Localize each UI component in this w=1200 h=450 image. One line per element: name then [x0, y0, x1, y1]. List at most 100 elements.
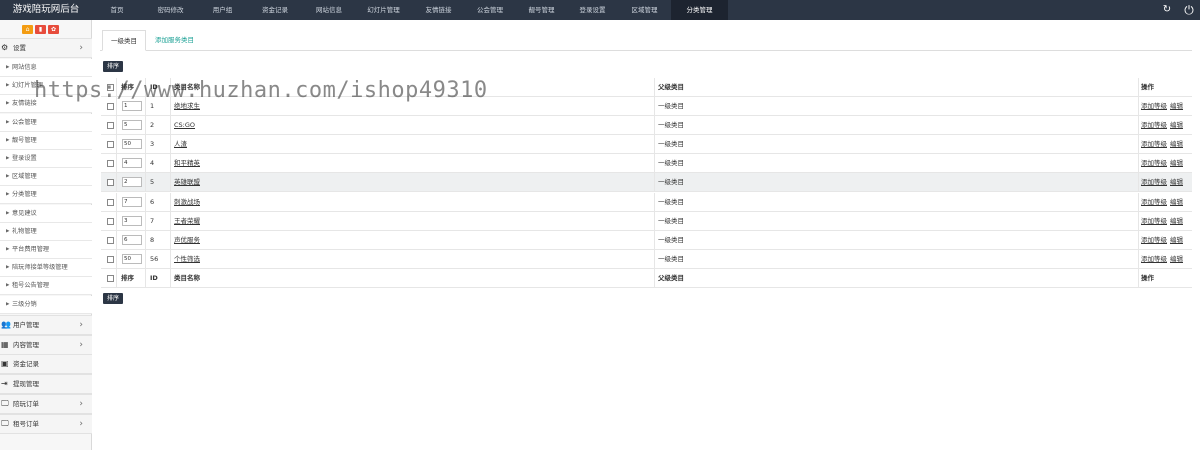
sidebar-item[interactable]: ▶ 意见建议	[0, 204, 92, 223]
refresh-icon[interactable]: ↻	[1160, 0, 1174, 20]
chevron-right-icon: ›	[79, 418, 83, 429]
tab-add-service-category[interactable]: 添加服务类目	[155, 30, 194, 51]
sort-order-input[interactable]: 50	[122, 139, 142, 150]
row-checkbox[interactable]	[107, 122, 114, 130]
sort-order-input[interactable]: 1	[122, 101, 142, 111]
row-checkbox[interactable]	[107, 103, 114, 110]
edit-link[interactable]: 编辑	[1170, 193, 1183, 212]
topnav-item[interactable]: 友情链接	[413, 0, 464, 20]
sidebar-item[interactable]: ▶ 三级分销	[0, 295, 92, 314]
column-divider	[116, 173, 117, 193]
sidebar-item[interactable]: ▶ 租号公告管理	[0, 277, 92, 296]
topnav-item[interactable]: 资金记录	[246, 0, 304, 20]
sort-button-bottom[interactable]: 排序	[103, 293, 123, 304]
column-divider	[145, 97, 146, 116]
exit-icon[interactable]: ⏻	[1180, 0, 1198, 20]
sort-button-top[interactable]: 排序	[103, 61, 123, 72]
sidebar-section[interactable]: ▣ 资金记录	[0, 354, 92, 375]
add-level-link[interactable]: 添加等级	[1141, 97, 1167, 116]
category-name-link[interactable]: 个性筛选	[174, 250, 200, 269]
category-name-link[interactable]: 王者荣耀	[174, 212, 200, 231]
sidebar-section[interactable]: 🖵 陪玩订单 ›	[0, 393, 92, 414]
category-name-link[interactable]: 刺激战场	[174, 193, 200, 212]
sort-order-input[interactable]: 4	[122, 158, 142, 169]
sidebar-item-label: 登录设置	[12, 155, 37, 162]
topnav-item[interactable]: 靓号管理	[516, 0, 567, 20]
add-level-link[interactable]: 添加等级	[1141, 250, 1167, 269]
column-divider	[116, 116, 117, 136]
add-level-link[interactable]: 添加等级	[1141, 231, 1167, 250]
sort-order-input[interactable]: 6	[122, 234, 142, 245]
sidebar-item[interactable]: ▶ 公会管理	[0, 113, 92, 132]
parent-category: 一级类目	[658, 159, 684, 168]
edit-link[interactable]: 编辑	[1170, 116, 1183, 135]
row-checkbox[interactable]	[107, 255, 114, 263]
add-level-link[interactable]: 添加等级	[1141, 173, 1167, 192]
sidebar-item[interactable]: ▶ 区域管理	[0, 168, 92, 187]
edit-link[interactable]: 编辑	[1170, 250, 1183, 269]
sidebar-item[interactable]: ▶ 友情链接	[0, 95, 92, 114]
topnav-item[interactable]: 公会管理	[464, 0, 516, 20]
sort-order-input[interactable]: 3	[122, 215, 142, 226]
category-name-link[interactable]: 人渣	[174, 135, 187, 154]
sidebar-item[interactable]: ▶ 分类管理	[0, 186, 92, 205]
home-icon[interactable]: ⌂	[22, 25, 33, 34]
add-level-link[interactable]: 添加等级	[1141, 116, 1167, 135]
add-level-link[interactable]: 添加等级	[1141, 135, 1167, 154]
sort-order-input[interactable]: 7	[122, 196, 142, 207]
sidebar-section[interactable]: 👥 用户管理 ›	[0, 315, 92, 335]
topnav-item[interactable]: 分类管理	[671, 0, 728, 20]
sidebar-section[interactable]: 🖵 租号订单 ›	[0, 413, 92, 434]
category-name-link[interactable]: 绝地求生	[174, 97, 200, 116]
sidebar-item[interactable]: ▶ 礼物管理	[0, 222, 92, 241]
category-name-link[interactable]: 和平精英	[174, 154, 200, 173]
add-level-link[interactable]: 添加等级	[1141, 154, 1167, 173]
row-checkbox[interactable]	[107, 217, 114, 225]
doc-icon[interactable]: ▮	[35, 25, 46, 34]
row-checkbox[interactable]	[107, 160, 114, 168]
topnav-item[interactable]: 网站信息	[304, 0, 354, 20]
select-all-checkbox[interactable]	[107, 84, 114, 91]
category-name-link[interactable]: 声优服务	[174, 231, 200, 250]
sort-order-input[interactable]: 5	[122, 120, 142, 131]
flower-icon[interactable]: ✿	[48, 25, 59, 34]
topnav-item[interactable]: 密码修改	[142, 0, 199, 20]
tab-first-level-category[interactable]: 一级类目	[102, 30, 146, 51]
sidebar-item-label: 意见建议	[12, 209, 37, 217]
edit-link[interactable]: 编辑	[1170, 135, 1183, 154]
row-checkbox[interactable]	[107, 236, 114, 244]
col-sort: 排序	[121, 83, 134, 91]
sidebar-item[interactable]: ▶ 平台费用管理	[0, 241, 92, 259]
add-level-link[interactable]: 添加等级	[1141, 212, 1167, 231]
sidebar-item[interactable]: ▶ 网站信息	[0, 59, 92, 77]
edit-link[interactable]: 编辑	[1170, 97, 1183, 116]
edit-link[interactable]: 编辑	[1170, 173, 1183, 192]
sidebar-section[interactable]: ▦ 内容管理 ›	[0, 334, 92, 355]
sidebar-item[interactable]: ▶ 靓号管理	[0, 131, 92, 150]
edit-link[interactable]: 编辑	[1170, 154, 1183, 173]
column-divider	[654, 268, 655, 288]
sidebar-item[interactable]: ▶ 幻灯片管理	[0, 77, 92, 96]
sidebar-item[interactable]: ▶ 登录设置	[0, 150, 92, 168]
sidebar-item[interactable]: ▶ 陪玩师接单等级管理	[0, 259, 92, 278]
sort-order-input[interactable]: 50	[122, 253, 142, 264]
category-name-link[interactable]: CS:GO	[174, 116, 195, 135]
select-all-checkbox[interactable]	[107, 274, 114, 282]
topnav-item[interactable]: 区域管理	[618, 0, 671, 20]
row-checkbox[interactable]	[107, 198, 114, 206]
edit-link[interactable]: 编辑	[1170, 212, 1183, 231]
topnav-item[interactable]: 幻灯片管理	[354, 0, 413, 20]
category-name-link[interactable]: 英雄联盟	[174, 173, 200, 192]
sidebar-section-settings[interactable]: ⚙ 设置 ›	[0, 38, 92, 58]
withdraw-icon: ⇥	[1, 379, 8, 389]
edit-link[interactable]: 编辑	[1170, 231, 1183, 250]
topnav-item[interactable]: 首页	[92, 0, 142, 20]
monitor-icon: 🖵	[1, 398, 9, 408]
row-checkbox[interactable]	[107, 141, 114, 149]
add-level-link[interactable]: 添加等级	[1141, 193, 1167, 212]
row-checkbox[interactable]	[107, 179, 114, 187]
sort-order-input[interactable]: 2	[122, 177, 142, 188]
topnav-item[interactable]: 登录设置	[567, 0, 618, 20]
topnav-item[interactable]: 用户组	[199, 0, 246, 20]
sidebar-section[interactable]: ⇥ 提现管理	[0, 374, 92, 395]
